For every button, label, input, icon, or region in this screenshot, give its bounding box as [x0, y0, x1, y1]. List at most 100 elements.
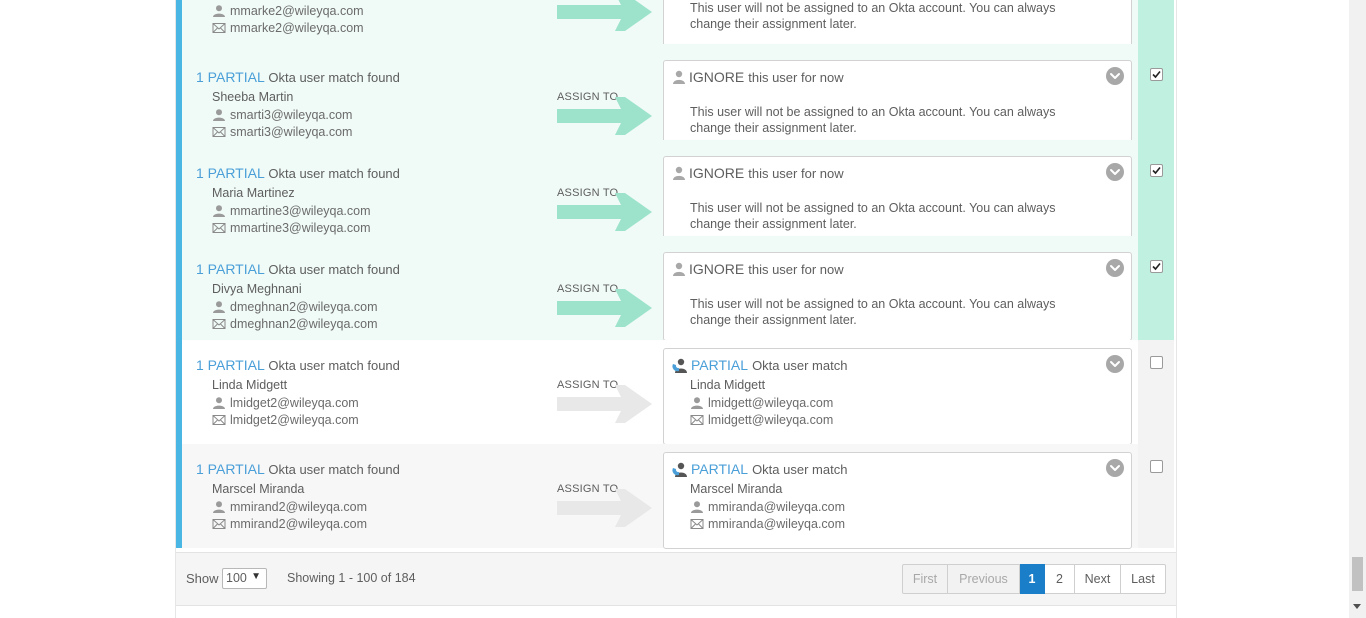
pager-page-1[interactable]: 1 — [1020, 564, 1045, 594]
match-text: Okta user match found — [268, 262, 400, 277]
pager-first[interactable]: First — [902, 564, 948, 594]
chevron-down-icon[interactable] — [1106, 163, 1124, 181]
mail-icon — [212, 414, 226, 426]
row-accent-stripe — [176, 44, 182, 140]
app-user-username: mmartine3@wileyqa.com — [212, 204, 371, 218]
okta-user-email: lmidgett@wileyqa.com — [690, 413, 833, 427]
partial-text: Okta user match — [752, 461, 848, 477]
app-user-email: mmarke2@wileyqa.com — [212, 21, 364, 35]
row-accent-stripe — [176, 140, 182, 236]
row-check-column — [1138, 0, 1174, 44]
assign-arrow-icon — [557, 94, 653, 138]
mail-icon — [690, 518, 704, 530]
assign-arrow-icon — [557, 382, 653, 426]
assignment-card[interactable]: IGNOREthis user for now This user will no… — [663, 60, 1132, 149]
partial-match-icon — [672, 462, 688, 477]
row-accent-stripe — [176, 444, 182, 548]
user-match-row: 1 PARTIAL Okta user match found Linda Mid… — [176, 340, 1176, 445]
user-icon — [690, 397, 704, 409]
okta-user-email: mmiranda@wileyqa.com — [690, 517, 845, 531]
app-user-email: mmirand2@wileyqa.com — [212, 517, 367, 531]
ignore-user-icon — [672, 262, 686, 276]
assign-arrow-icon — [557, 286, 653, 330]
mail-icon — [212, 318, 226, 330]
assignment-card[interactable]: PARTIAL Okta user match Linda Midgett lmidg… — [663, 348, 1132, 445]
ignore-text: this user for now — [748, 261, 844, 277]
user-icon — [212, 5, 226, 17]
partial-keyword: PARTIAL — [691, 357, 749, 373]
chevron-down-icon[interactable] — [1106, 67, 1124, 85]
user-match-row: 1 PARTIAL Okta user match found Divya Meg… — [176, 236, 1176, 341]
pager-previous[interactable]: Previous — [948, 564, 1020, 594]
pager: First Previous 1 2 Next Last — [902, 564, 1166, 594]
app-user-name: Divya Meghnani — [212, 282, 302, 296]
assignment-card[interactable]: IGNOREthis user for now This user will no… — [663, 252, 1132, 341]
ignore-text: this user for now — [748, 165, 844, 181]
card-header: IGNORE this user for now — [672, 261, 844, 277]
app-user-username: smarti3@wileyqa.com — [212, 108, 352, 122]
chevron-down-icon[interactable] — [1106, 459, 1124, 477]
assignment-card[interactable]: IGNOREthis user for now This user will no… — [663, 156, 1132, 245]
pager-next[interactable]: Next — [1075, 564, 1121, 594]
assign-arrow-icon — [557, 486, 653, 530]
row-accent-stripe — [176, 0, 182, 44]
match-summary: 1 PARTIAL Okta user match found — [196, 165, 400, 181]
match-summary: 1 PARTIAL Okta user match found — [196, 461, 400, 477]
ignore-description: This user will not be assigned to an Okt… — [690, 1, 1056, 31]
row-accent-stripe — [176, 236, 182, 340]
ignore-keyword: IGNORE — [689, 261, 745, 277]
user-match-row: 1 PARTIAL Okta user match found Maria Mar… — [176, 140, 1176, 245]
page-scrollbar[interactable] — [1349, 0, 1366, 618]
app-user-email: dmeghnan2@wileyqa.com — [212, 317, 378, 331]
row-select-checkbox[interactable] — [1150, 164, 1163, 177]
user-match-row: 1 PARTIAL Okta user match found Sheeba Ma… — [176, 44, 1176, 149]
row-check-column — [1138, 236, 1174, 340]
chevron-down-icon[interactable] — [1106, 355, 1124, 373]
mail-icon — [212, 518, 226, 530]
page-size-value: 100 — [226, 571, 247, 585]
okta-user-username: mmiranda@wileyqa.com — [690, 500, 845, 514]
ignore-user-icon — [672, 166, 686, 180]
app-user-username: lmidget2@wileyqa.com — [212, 396, 359, 410]
chevron-down-icon[interactable] — [1106, 259, 1124, 277]
match-text: Okta user match found — [268, 462, 400, 477]
assign-arrow-icon — [557, 190, 653, 234]
mail-icon — [212, 222, 226, 234]
row-select-checkbox[interactable] — [1150, 68, 1163, 81]
match-count: 1 PARTIAL — [196, 357, 265, 373]
row-select-checkbox[interactable] — [1150, 356, 1163, 369]
pager-page-2[interactable]: 2 — [1045, 564, 1075, 594]
mail-icon — [212, 126, 226, 138]
match-summary: 1 PARTIAL Okta user match found — [196, 357, 400, 373]
card-header: IGNORE this user for now — [672, 165, 844, 181]
scroll-down-arrow-icon[interactable] — [1353, 604, 1361, 609]
user-icon — [212, 301, 226, 313]
match-summary: 1 PARTIAL Okta user match found — [196, 69, 400, 85]
row-check-column — [1138, 44, 1174, 140]
app-user-name: Marscel Miranda — [212, 482, 305, 496]
partial-text: Okta user match — [752, 357, 848, 373]
user-icon — [212, 397, 226, 409]
scrollbar-thumb[interactable] — [1352, 557, 1363, 591]
card-header: PARTIAL Okta user match — [672, 357, 847, 373]
mail-icon — [690, 414, 704, 426]
page-size-select[interactable]: 100 ▼ — [222, 568, 267, 589]
row-select-checkbox[interactable] — [1150, 460, 1163, 473]
ignore-description: This user will not be assigned to an Okt… — [690, 201, 1056, 231]
show-label: Show — [186, 571, 219, 586]
ignore-description: This user will not be assigned to an Okt… — [690, 105, 1056, 135]
user-icon — [212, 501, 226, 513]
app-user-name: Sheeba Martin — [212, 90, 294, 104]
app-user-username: mmirand2@wileyqa.com — [212, 500, 367, 514]
match-text: Okta user match found — [268, 166, 400, 181]
pager-last[interactable]: Last — [1121, 564, 1166, 594]
row-select-checkbox[interactable] — [1150, 260, 1163, 273]
user-match-row: 1 PARTIAL Okta user match foundMike Mark… — [176, 0, 1176, 53]
match-count: 1 PARTIAL — [196, 69, 265, 85]
assignment-card[interactable]: PARTIAL Okta user match Marscel Miranda mmi… — [663, 452, 1132, 549]
okta-user-name: Marscel Miranda — [690, 482, 783, 496]
card-header: PARTIAL Okta user match — [672, 461, 847, 477]
match-summary: 1 PARTIAL Okta user match found — [196, 261, 400, 277]
okta-user-name: Linda Midgett — [690, 378, 766, 392]
row-check-column — [1138, 140, 1174, 236]
